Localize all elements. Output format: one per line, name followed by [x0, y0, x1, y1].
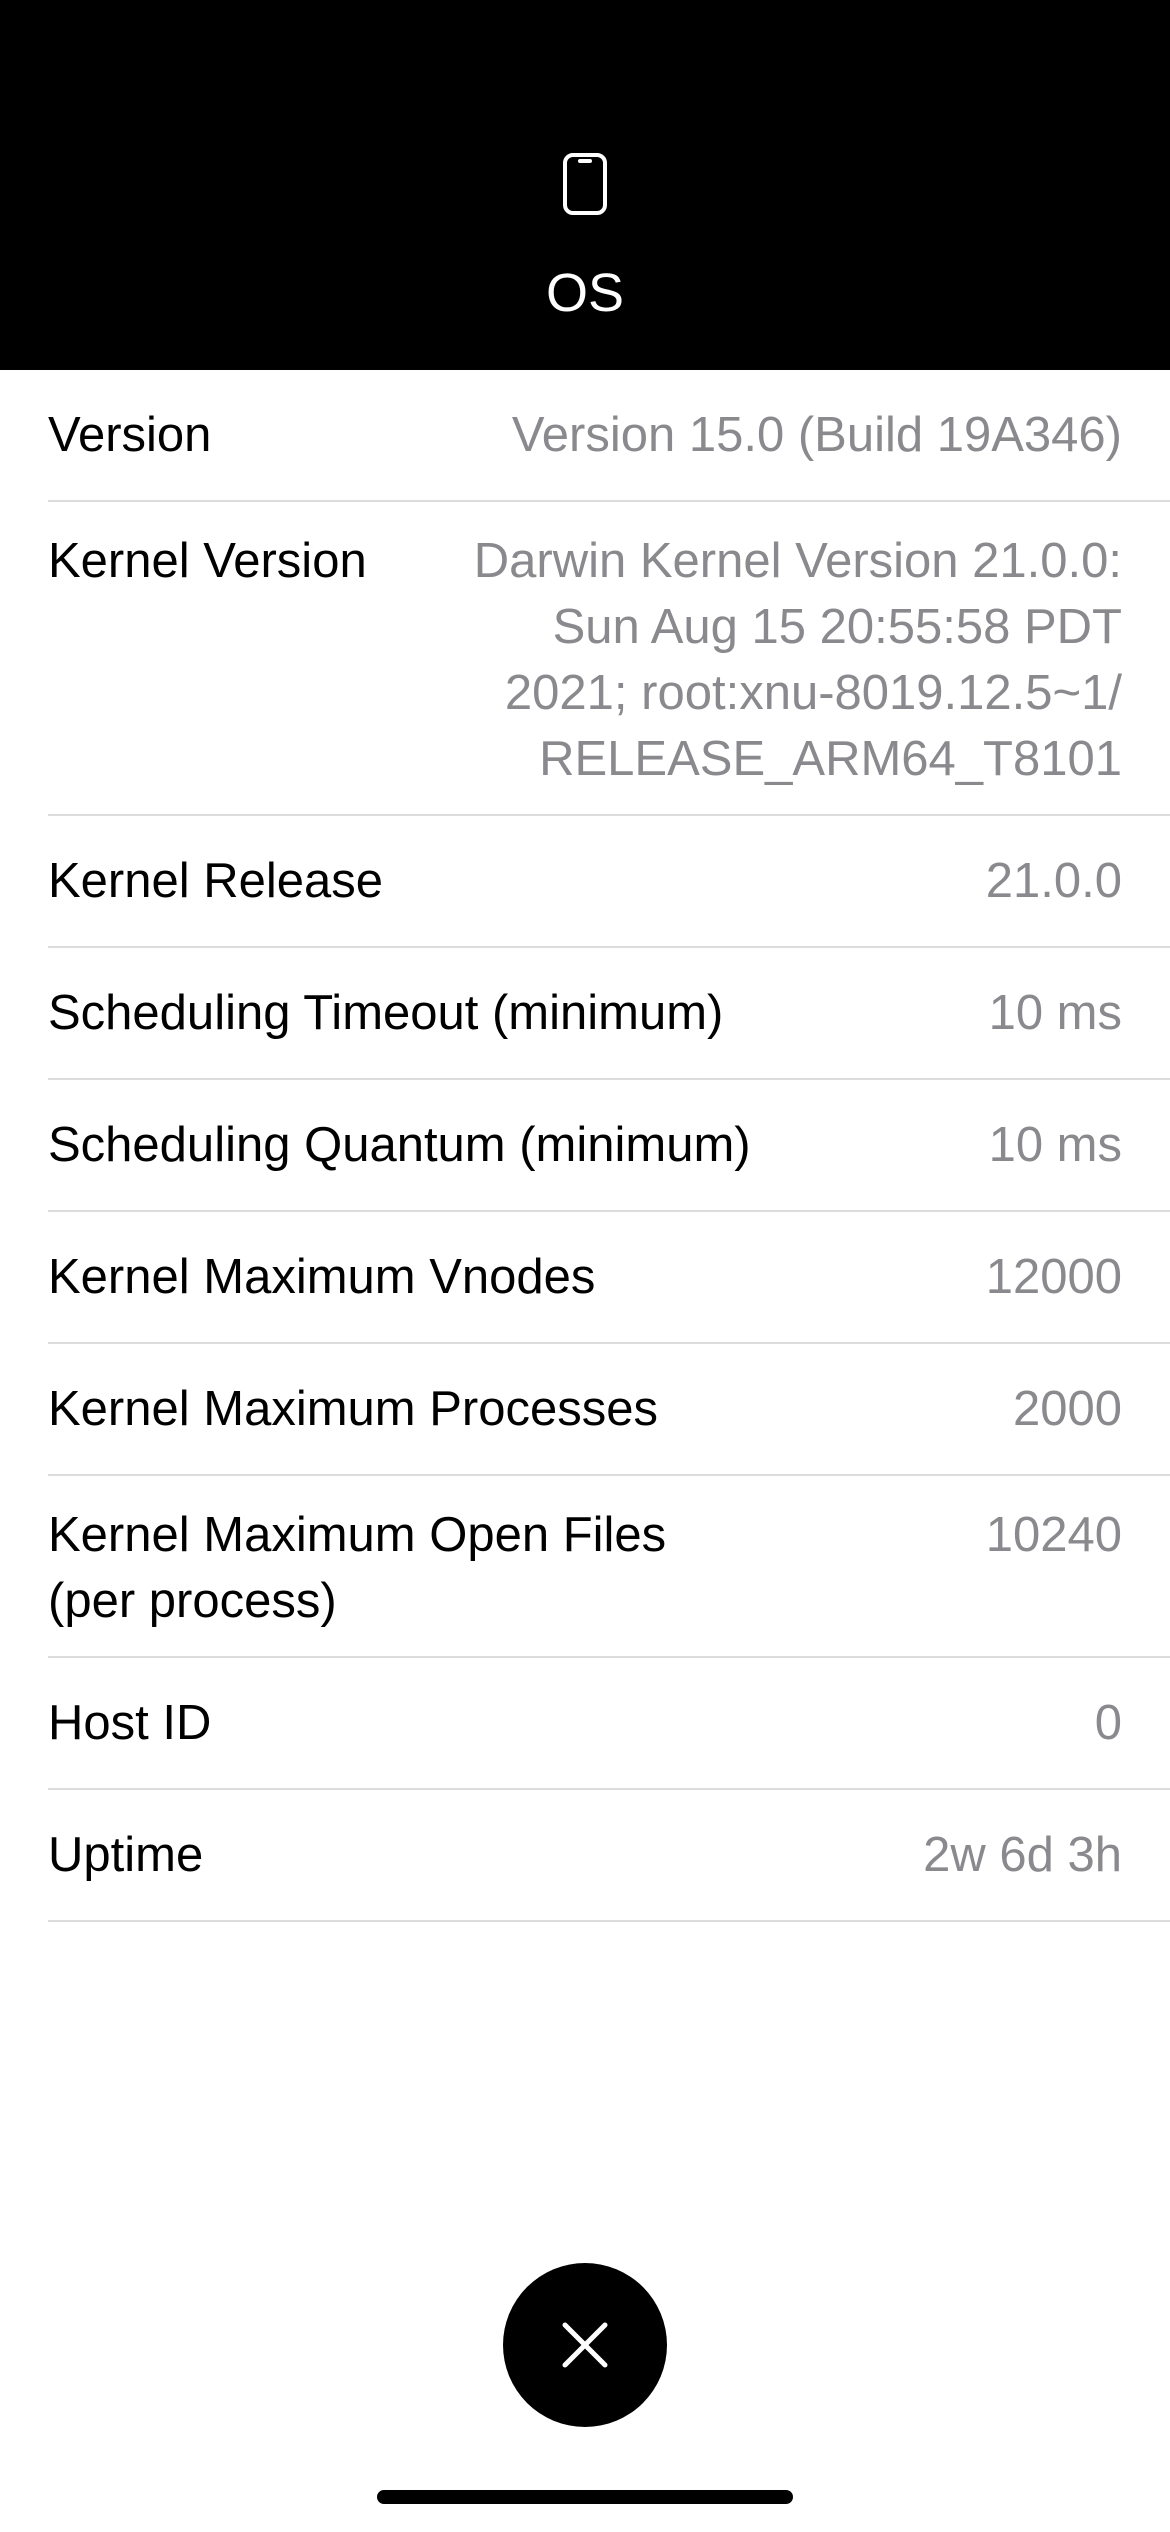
row-label: Kernel Version [48, 534, 367, 588]
close-icon [562, 2322, 608, 2368]
row-label: Kernel Release [48, 854, 384, 908]
row-label: Version [48, 408, 212, 462]
row-label: Scheduling Quantum (minimum) [48, 1118, 751, 1172]
row-value: 12000 [985, 1250, 1122, 1304]
os-info-list: Version Version 15.0 (Build 19A346) Kern… [0, 370, 1170, 1922]
row-label: Uptime [48, 1828, 204, 1882]
list-item-scheduling-quantum: Scheduling Quantum (minimum) 10 ms [48, 1080, 1170, 1212]
row-value: 21.0.0 [985, 854, 1122, 908]
row-label: Host ID [48, 1696, 212, 1750]
list-item-scheduling-timeout: Scheduling Timeout (minimum) 10 ms [48, 948, 1170, 1080]
row-value: Version 15.0 (Build 19A346) [511, 408, 1122, 462]
header: OS [0, 0, 1170, 370]
row-label: Kernel Maximum Open Files (per process) [48, 1508, 667, 1628]
row-value: 2000 [1012, 1382, 1122, 1436]
row-value: 10240 [985, 1508, 1122, 1562]
list-item-version: Version Version 15.0 (Build 19A346) [48, 370, 1170, 502]
list-item-kernel-release: Kernel Release 21.0.0 [48, 816, 1170, 948]
home-indicator[interactable] [377, 2490, 793, 2504]
row-value: 10 ms [988, 986, 1122, 1040]
close-button[interactable] [503, 2263, 667, 2427]
list-item-max-processes: Kernel Maximum Processes 2000 [48, 1344, 1170, 1476]
list-item-max-open-files: Kernel Maximum Open Files (per process) … [48, 1476, 1170, 1658]
list-item-uptime: Uptime 2w 6d 3h [48, 1790, 1170, 1922]
row-label: Scheduling Timeout (minimum) [48, 986, 724, 1040]
row-value: 2w 6d 3h [923, 1828, 1122, 1882]
row-value: 10 ms [988, 1118, 1122, 1172]
row-label: Kernel Maximum Processes [48, 1382, 658, 1436]
list-item-max-vnodes: Kernel Maximum Vnodes 12000 [48, 1212, 1170, 1344]
row-value: 0 [1094, 1696, 1122, 1750]
page-title: OS [545, 263, 625, 323]
list-item-kernel-version: Kernel Version Darwin Kernel Version 21.… [48, 502, 1170, 816]
row-value: Darwin Kernel Version 21.0.0: Sun Aug 15… [473, 534, 1122, 786]
phone-icon [563, 153, 607, 215]
row-label: Kernel Maximum Vnodes [48, 1250, 596, 1304]
list-item-host-id: Host ID 0 [48, 1658, 1170, 1790]
